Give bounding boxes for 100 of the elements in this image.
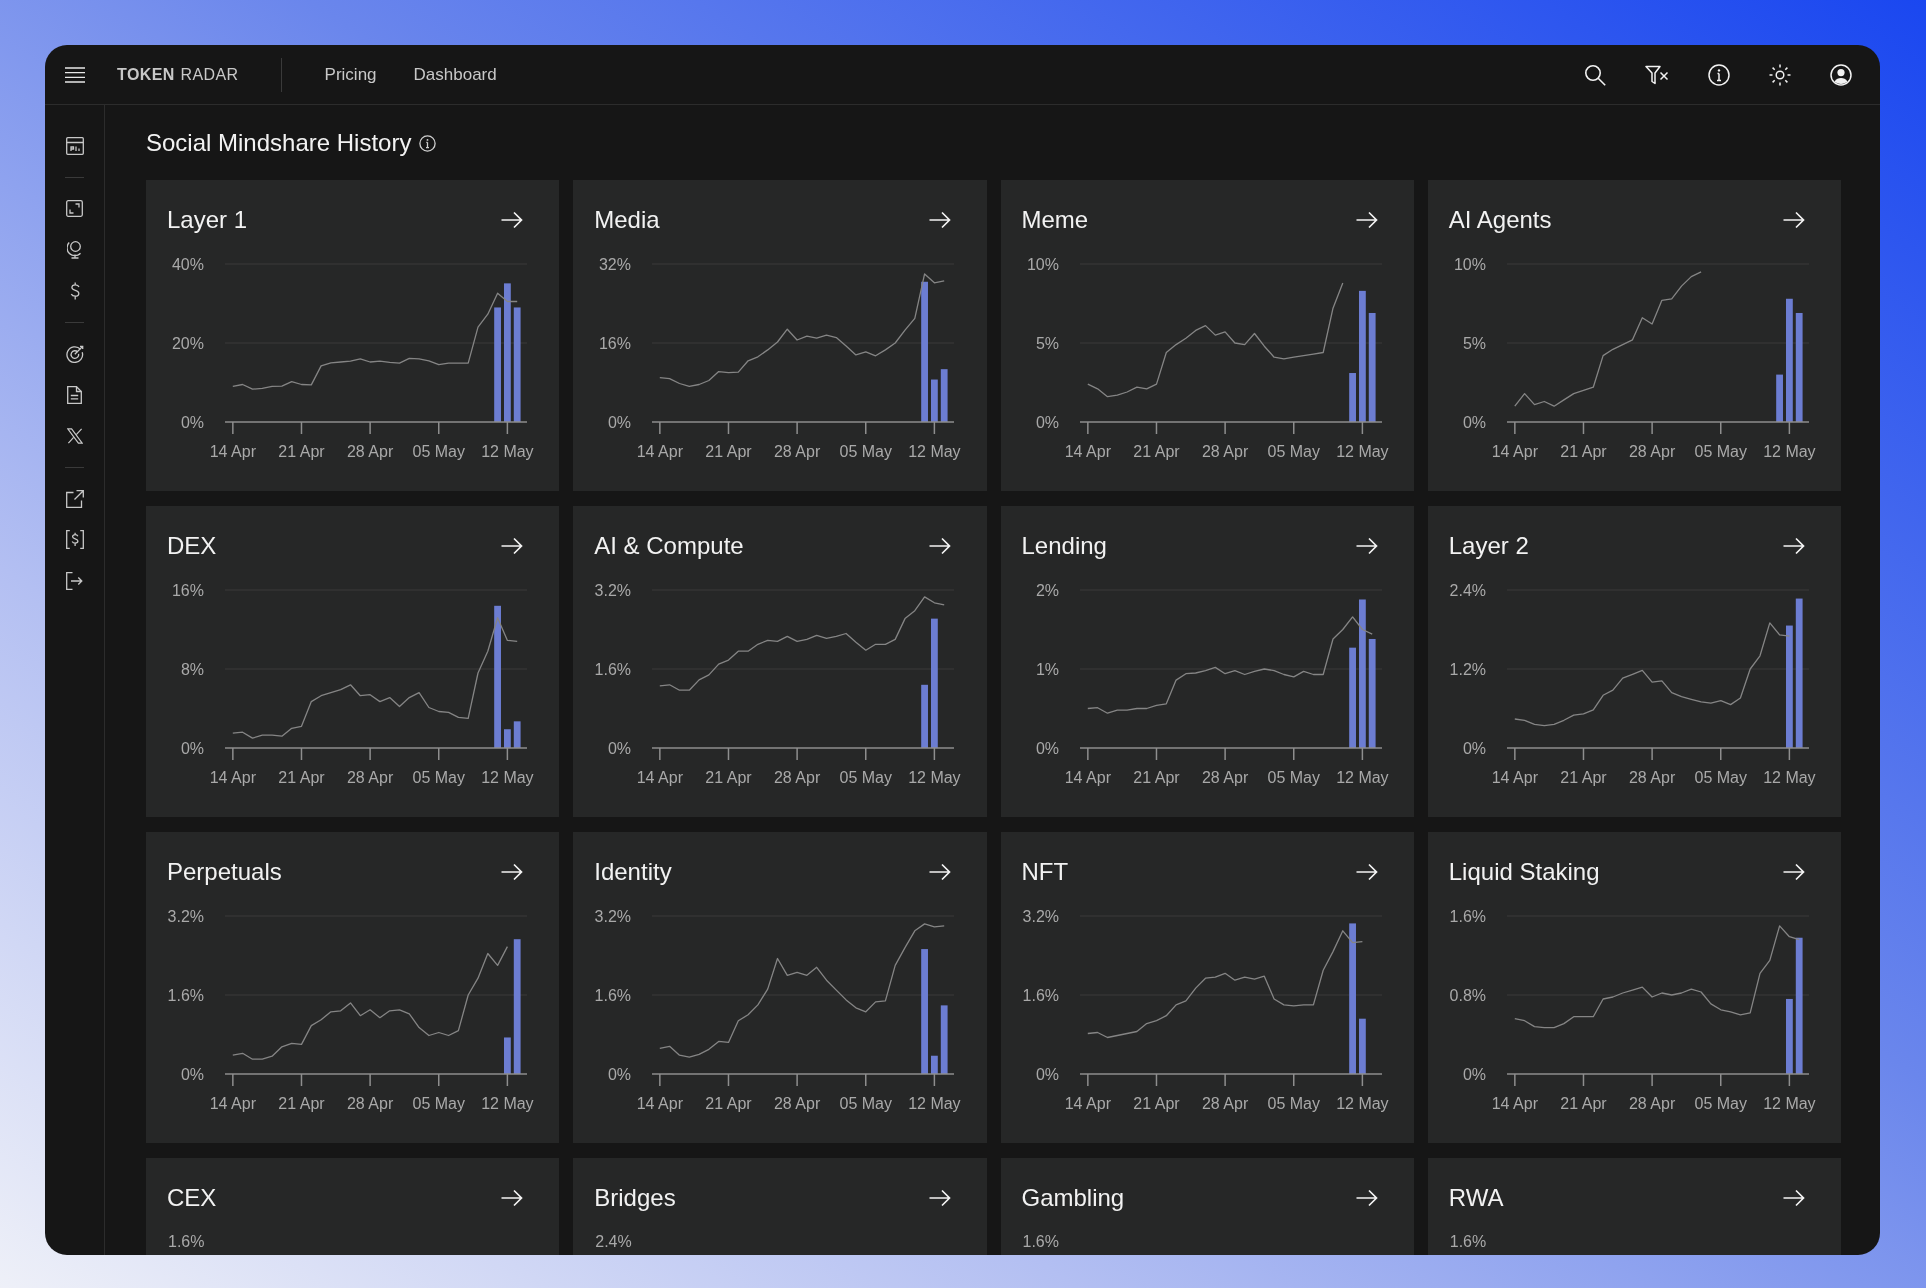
- y-axis-label: 20%: [171, 334, 204, 352]
- x-axis-label: 12 May: [1335, 1094, 1389, 1112]
- x-axis-label: 05 May: [1694, 442, 1747, 460]
- y-axis-label: 1.6%: [1022, 1233, 1059, 1251]
- x-axis-label: 21 Apr: [1132, 768, 1180, 786]
- x-axis-label: 05 May: [839, 442, 893, 460]
- y-axis-label: 0%: [608, 413, 632, 431]
- arrow-right-icon[interactable]: [501, 1189, 524, 1207]
- bracket-dollar-icon[interactable]: [65, 530, 84, 549]
- x-axis-label: 14 Apr: [636, 1094, 684, 1112]
- target-icon[interactable]: [65, 344, 84, 363]
- arrow-right-icon[interactable]: [1355, 863, 1378, 881]
- card-title: Layer 1: [167, 206, 248, 234]
- x-axis-label: 12 May: [1762, 768, 1816, 786]
- x-axis-label: 14 Apr: [209, 768, 256, 786]
- x-logo-icon[interactable]: [66, 427, 83, 444]
- x-axis-label: 14 Apr: [636, 768, 684, 786]
- card-title: NFT: [1021, 858, 1069, 886]
- x-axis-label: 12 May: [908, 768, 961, 786]
- y-axis-label: 1.2%: [1449, 660, 1486, 678]
- x-axis-label: 28 Apr: [1628, 442, 1675, 460]
- user-icon[interactable]: [1830, 63, 1852, 86]
- x-axis-label: 12 May: [908, 1094, 961, 1112]
- arrow-right-icon[interactable]: [1355, 211, 1378, 229]
- x-axis-label: 05 May: [1694, 768, 1747, 786]
- search-icon[interactable]: [1584, 63, 1606, 86]
- dollar-icon[interactable]: [68, 281, 81, 300]
- x-axis-label: 28 Apr: [1628, 1094, 1675, 1112]
- external-link-icon[interactable]: [65, 489, 84, 508]
- x-axis-label: 14 Apr: [1064, 442, 1111, 460]
- card-title: Media: [594, 206, 660, 234]
- arrow-right-icon[interactable]: [928, 537, 951, 555]
- x-axis-label: 14 Apr: [1064, 1094, 1111, 1112]
- y-axis-label: 0.8%: [1449, 986, 1486, 1004]
- arrow-right-icon[interactable]: [928, 863, 951, 881]
- x-axis-label: 21 Apr: [705, 768, 752, 786]
- menu-icon[interactable]: [65, 66, 85, 83]
- y-axis-label: 1.6%: [168, 1233, 205, 1251]
- card-title: Liquid Staking: [1448, 858, 1600, 886]
- arrow-right-icon[interactable]: [501, 211, 524, 229]
- x-axis-label: 05 May: [1267, 442, 1320, 460]
- expand-icon[interactable]: [66, 200, 83, 217]
- clear-filter-icon[interactable]: [1645, 64, 1669, 85]
- card-title: Meme: [1021, 206, 1089, 234]
- y-axis-label: 3.2%: [594, 581, 632, 599]
- card-title: CEX: [167, 1184, 217, 1212]
- x-axis-label: 28 Apr: [1201, 442, 1248, 460]
- x-axis-label: 21 Apr: [278, 1094, 325, 1112]
- x-axis-label: 05 May: [1267, 1094, 1320, 1112]
- globe-icon[interactable]: [66, 240, 83, 259]
- x-axis-label: 28 Apr: [1628, 768, 1675, 786]
- y-axis-label: 40%: [171, 255, 204, 273]
- arrow-right-icon[interactable]: [928, 211, 951, 229]
- y-axis-label: 3.2%: [167, 907, 204, 925]
- arrow-right-icon[interactable]: [1355, 1189, 1378, 1207]
- y-axis-label: 0%: [1462, 739, 1486, 757]
- logo[interactable]: TOKEN RADAR: [117, 65, 239, 84]
- x-axis-label: 21 Apr: [1560, 768, 1607, 786]
- logout-icon[interactable]: [66, 571, 83, 590]
- x-axis-label: 12 May: [481, 442, 534, 460]
- x-axis-label: 05 May: [839, 1094, 893, 1112]
- nav-link[interactable]: Pricing: [324, 64, 377, 85]
- arrow-right-icon[interactable]: [1783, 1189, 1805, 1207]
- y-axis-label: 5%: [1462, 334, 1486, 352]
- calendar-icon[interactable]: [65, 136, 84, 155]
- y-axis-label: 0%: [180, 739, 204, 757]
- x-axis-label: 21 Apr: [1132, 442, 1180, 460]
- bar: [1358, 1018, 1366, 1074]
- x-axis-label: 28 Apr: [774, 442, 821, 460]
- y-axis-label: 0%: [1462, 1065, 1486, 1083]
- document-icon[interactable]: [67, 385, 82, 404]
- x-axis-label: 21 Apr: [278, 442, 325, 460]
- page-title: Social Mindshare History: [146, 128, 412, 158]
- bar: [931, 1055, 939, 1074]
- arrow-right-icon[interactable]: [1783, 537, 1805, 555]
- y-axis-label: 1.6%: [167, 986, 204, 1004]
- x-axis-label: 12 May: [481, 768, 534, 786]
- x-axis-label: 05 May: [412, 768, 465, 786]
- sun-icon[interactable]: [1769, 63, 1791, 86]
- bar: [1348, 373, 1356, 422]
- y-axis-label: 0%: [1035, 739, 1059, 757]
- y-axis-label: 1.6%: [1022, 986, 1059, 1004]
- y-axis-label: 16%: [599, 334, 632, 352]
- x-axis-label: 05 May: [839, 768, 893, 786]
- arrow-right-icon[interactable]: [501, 537, 524, 555]
- arrow-right-icon[interactable]: [928, 1189, 951, 1207]
- arrow-right-icon[interactable]: [1783, 863, 1805, 881]
- arrow-right-icon[interactable]: [501, 863, 524, 881]
- bar: [513, 721, 521, 748]
- arrow-right-icon[interactable]: [1783, 211, 1805, 229]
- arrow-right-icon[interactable]: [1355, 537, 1378, 555]
- card-title: RWA: [1448, 1184, 1504, 1212]
- y-axis-label: 1.6%: [594, 660, 632, 678]
- info-icon[interactable]: [419, 134, 437, 152]
- nav-link[interactable]: Dashboard: [413, 64, 497, 85]
- y-axis-label: 2.4%: [1449, 581, 1486, 599]
- x-axis-label: 28 Apr: [774, 768, 821, 786]
- x-axis-label: 14 Apr: [209, 442, 256, 460]
- bar: [941, 1005, 948, 1074]
- x-axis-label: 28 Apr: [774, 1094, 821, 1112]
